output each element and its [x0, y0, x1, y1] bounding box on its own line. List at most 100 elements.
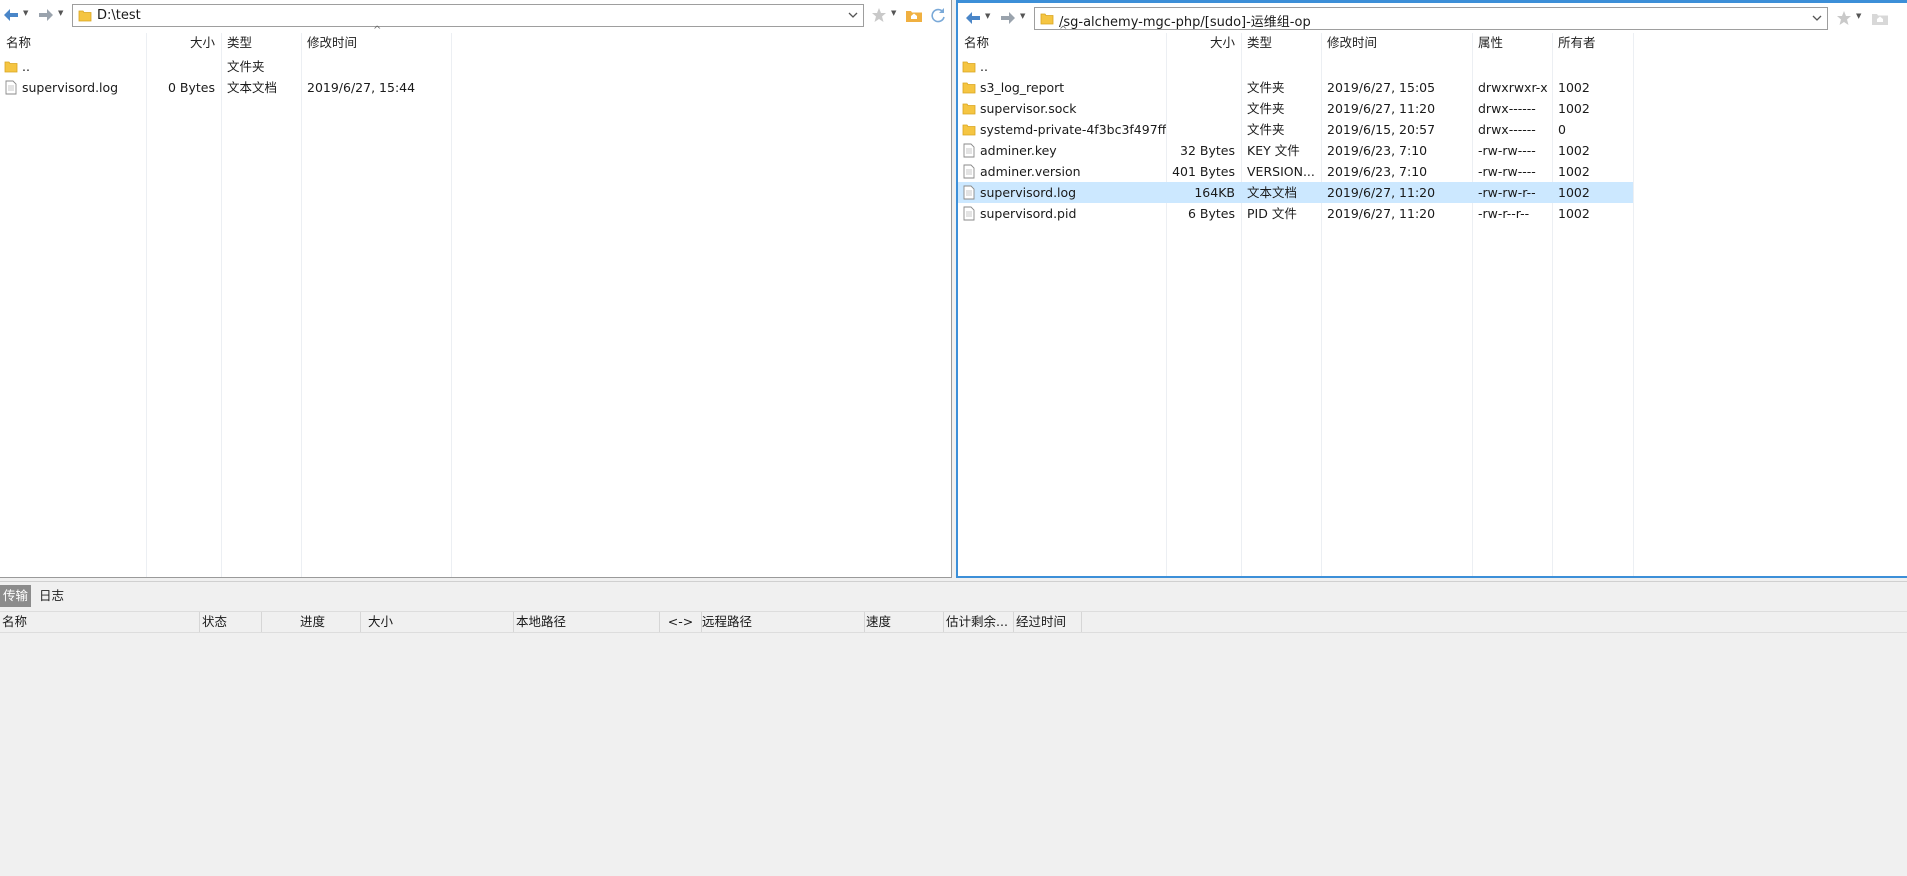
- file-name: ..: [22, 59, 30, 74]
- file-modified: 2019/6/27, 15:44: [307, 80, 416, 95]
- refresh-icon[interactable]: [929, 7, 947, 23]
- column-type[interactable]: 类型: [221, 33, 301, 53]
- file-type: [1241, 56, 1321, 77]
- list-item[interactable]: adminer.version 401 Bytes VERSION... 2019/6…: [958, 161, 1633, 182]
- remote-path-box[interactable]: /sg-alchemy-mgc-php/[sudo]-运维组-op: [1034, 7, 1828, 30]
- file-owner: 1002: [1558, 164, 1590, 179]
- column-name[interactable]: 名称: [958, 33, 1166, 53]
- column-name[interactable]: 名称: [0, 33, 146, 53]
- list-item[interactable]: supervisord.log 164KB 文本文档 2019/6/27, 11:20…: [958, 182, 1633, 203]
- queue-column-local-path[interactable]: 本地路径: [514, 612, 660, 632]
- file-name: ..: [980, 59, 988, 74]
- local-toolbar: ▼ ▼ D:\test ▼: [0, 0, 951, 30]
- bookmark-dropdown-icon[interactable]: ▼: [891, 9, 896, 17]
- queue-column-elapsed[interactable]: 经过时间: [1014, 612, 1082, 632]
- file-type: 文件夹: [1247, 122, 1285, 137]
- file-attributes: drwx------: [1478, 122, 1536, 137]
- column-divider: [1633, 33, 1634, 576]
- list-item[interactable]: systemd-private-4f3bc3f497ff... 文件夹 2019/6…: [958, 119, 1633, 140]
- file-type: 文本文档: [227, 80, 278, 95]
- list-item[interactable]: .. 文件夹: [0, 56, 451, 77]
- queue-column-spacer: [262, 612, 300, 632]
- home-folder-icon[interactable]: [1871, 10, 1889, 26]
- local-pane: ▼ ▼ D:\test ▼ 名称 大小 类型 修改时间 ^ .. 文件夹 sup…: [0, 0, 952, 578]
- tab-transfer[interactable]: 传输: [0, 585, 32, 607]
- file-attributes: drwx------: [1478, 101, 1536, 116]
- bookmark-star-icon[interactable]: [1835, 10, 1853, 26]
- file-attributes: -rw-rw----: [1478, 164, 1536, 179]
- local-file-list: .. 文件夹 supervisord.log 0 Bytes 文本文档 2019…: [0, 56, 451, 98]
- queue-column-name[interactable]: 名称: [0, 612, 200, 632]
- file-name: adminer.version: [980, 164, 1081, 179]
- list-item[interactable]: supervisord.pid 6 Bytes PID 文件 2019/6/27, 1…: [958, 203, 1633, 224]
- forward-dropdown-icon[interactable]: ▼: [58, 9, 63, 17]
- forward-dropdown-icon[interactable]: ▼: [1020, 12, 1025, 20]
- queue-column-status[interactable]: 状态: [200, 612, 262, 632]
- file-name: supervisord.pid: [980, 206, 1077, 221]
- tab-log[interactable]: 日志: [36, 585, 67, 607]
- bookmark-star-icon[interactable]: [870, 7, 888, 23]
- file-owner: 1002: [1558, 143, 1590, 158]
- queue-column-size[interactable]: 大小: [366, 612, 514, 632]
- file-size: [1166, 98, 1241, 119]
- file-type: 文本文档: [1247, 185, 1298, 200]
- file-type: 文件夹: [227, 59, 265, 74]
- column-divider: [301, 33, 302, 577]
- sort-ascending-icon: ^: [373, 25, 382, 36]
- back-arrow-icon[interactable]: [964, 10, 982, 26]
- queue-column-progress[interactable]: 进度: [298, 612, 361, 632]
- file-type: KEY 文件: [1247, 143, 1300, 158]
- column-divider: [451, 33, 452, 577]
- file-size: 401 Bytes: [1172, 164, 1235, 179]
- queue-column-eta[interactable]: 估计剩余...: [944, 612, 1014, 632]
- file-name: supervisord.log: [22, 80, 119, 95]
- queue-column-direction[interactable]: <->: [660, 612, 702, 632]
- list-item[interactable]: adminer.key 32 Bytes KEY 文件 2019/6/23, 7:10…: [958, 140, 1633, 161]
- file-owner: 1002: [1558, 101, 1590, 116]
- file-type: PID 文件: [1247, 206, 1297, 221]
- local-path-box[interactable]: D:\test: [72, 4, 864, 27]
- back-arrow-icon[interactable]: [2, 7, 20, 23]
- back-dropdown-icon[interactable]: ▼: [985, 12, 990, 20]
- forward-arrow-icon[interactable]: [37, 7, 55, 23]
- column-attributes[interactable]: 属性: [1472, 33, 1552, 53]
- file-size: [1166, 77, 1241, 98]
- file-owner: 0: [1558, 122, 1566, 137]
- file-owner: [1552, 56, 1633, 77]
- file-type: 文件夹: [1247, 80, 1285, 95]
- file-modified: [301, 56, 451, 77]
- list-item[interactable]: ..: [958, 56, 1633, 77]
- queue-column-remote-path[interactable]: 远程路径: [700, 612, 865, 632]
- file-name: systemd-private-4f3bc3f497ff...: [980, 122, 1166, 137]
- column-divider: [146, 33, 147, 577]
- file-modified: 2019/6/15, 20:57: [1327, 122, 1436, 137]
- remote-path-text: /sg-alchemy-mgc-php/[sudo]-运维组-op: [1059, 15, 1311, 30]
- list-item[interactable]: supervisor.sock 文件夹 2019/6/27, 11:20 drwx--…: [958, 98, 1633, 119]
- file-modified: 2019/6/23, 7:10: [1327, 143, 1428, 158]
- column-modified[interactable]: 修改时间: [301, 33, 451, 53]
- column-type[interactable]: 类型: [1241, 33, 1321, 53]
- file-manager-window: ▼ ▼ D:\test ▼ 名称 大小 类型 修改时间 ^ .. 文件夹 sup…: [0, 0, 1907, 876]
- column-modified[interactable]: 修改时间: [1321, 33, 1472, 53]
- queue-column-speed[interactable]: 速度: [864, 612, 944, 632]
- column-size[interactable]: 大小: [1166, 33, 1241, 53]
- file-modified: 2019/6/27, 11:20: [1327, 206, 1436, 221]
- list-item[interactable]: s3_log_report 文件夹 2019/6/27, 15:05 drwxrwxr…: [958, 77, 1633, 98]
- forward-arrow-icon[interactable]: [999, 10, 1017, 26]
- chevron-down-icon[interactable]: [847, 8, 859, 22]
- queue-column-header: 名称 状态 进度 大小 本地路径 <-> 远程路径 速度 估计剩余... 经过时…: [0, 611, 1907, 633]
- file-size: 0 Bytes: [167, 80, 215, 95]
- list-item[interactable]: supervisord.log 0 Bytes 文本文档 2019/6/27, …: [0, 77, 451, 98]
- file-name: supervisord.log: [980, 185, 1077, 200]
- file-attributes: [1472, 56, 1552, 77]
- file-type: VERSION...: [1247, 164, 1315, 179]
- file-attributes: -rw-r--r--: [1478, 206, 1530, 221]
- home-folder-icon[interactable]: [905, 7, 923, 23]
- column-size[interactable]: 大小: [146, 33, 221, 53]
- back-dropdown-icon[interactable]: ▼: [23, 9, 28, 17]
- sort-ascending-icon: ^: [1059, 25, 1068, 36]
- column-owner[interactable]: 所有者: [1552, 33, 1633, 53]
- chevron-down-icon[interactable]: [1811, 11, 1823, 25]
- bookmark-dropdown-icon[interactable]: ▼: [1856, 12, 1861, 20]
- remote-file-list: .. s3_log_report 文件夹 2019/6/27, 15:05 drwxrw…: [958, 56, 1633, 224]
